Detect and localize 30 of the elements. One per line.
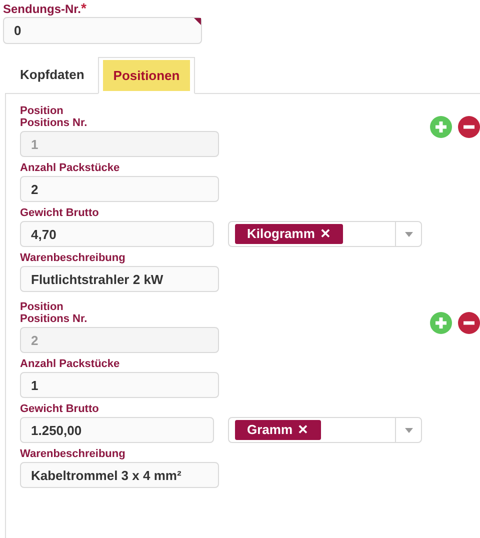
input-field[interactable]: 2 [20, 176, 219, 202]
input-field[interactable]: 1.250,00 [20, 417, 214, 443]
required-mark: * [81, 2, 86, 14]
unit-tag[interactable]: Kilogramm ✕ [235, 224, 343, 244]
section-title: Position [20, 301, 64, 313]
field-label: Gewicht Brutto [20, 207, 100, 219]
caret-icon [404, 428, 412, 432]
field-label: Warenbeschreibung [20, 252, 126, 264]
field-label: Positions Nr. [20, 313, 88, 325]
unit-select[interactable]: Kilogramm ✕ [228, 221, 422, 247]
remove-icon[interactable] [458, 312, 480, 334]
input-field[interactable]: 4,70 [20, 221, 214, 247]
corner-marker-icon [194, 18, 201, 25]
input-field[interactable]: 1 [20, 372, 219, 398]
field-label: Gewicht Brutto [20, 403, 100, 415]
field-label: Anzahl Packstücke [20, 358, 121, 370]
input-field[interactable]: Kabeltrommel 3 x 4 mm² [20, 462, 219, 488]
section-title: Position [20, 105, 64, 117]
unit-tag[interactable]: Gramm ✕ [235, 420, 321, 440]
remove-icon[interactable] [458, 116, 480, 138]
unit-select[interactable]: Gramm ✕ [228, 417, 422, 443]
field-label: Warenbeschreibung [20, 448, 126, 460]
input-field[interactable]: 0 [3, 17, 202, 44]
tab[interactable]: Kopfdaten [6, 56, 98, 93]
input-field[interactable]: Flutlichtstrahler 2 kW [20, 266, 219, 292]
tab[interactable]: Positionen [98, 57, 195, 94]
field-label: Anzahl Packstücke [20, 162, 121, 174]
caret-icon [404, 232, 412, 236]
field-label: Positions Nr. [20, 117, 88, 129]
field-label: Sendungs-Nr. [3, 2, 82, 16]
